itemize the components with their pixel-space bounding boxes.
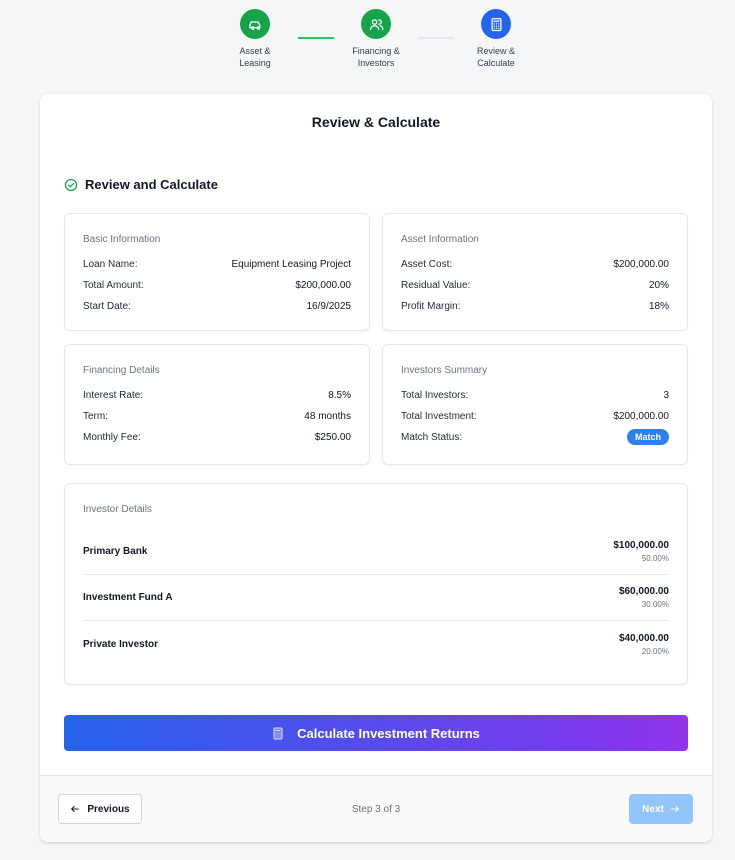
investor-name: Private Investor — [83, 638, 159, 650]
row-value: $200,000.00 — [613, 258, 669, 270]
panel-title: Basic Information — [83, 234, 161, 245]
asset-information-panel: Asset Information Asset Cost: $200,000.0… — [382, 213, 688, 331]
step-review-calculate: Review & Calculate — [456, 0, 536, 69]
next-button[interactable]: Next — [629, 794, 693, 824]
calculate-investment-returns-button[interactable]: Calculate Investment Returns — [64, 715, 688, 751]
row-label: Interest Rate: — [83, 389, 144, 401]
section-header: Review and Calculate — [64, 177, 218, 192]
info-row: Total Amount: $200,000.00 — [83, 278, 351, 292]
info-row: Match Status: Match — [401, 429, 669, 445]
calculator-icon — [273, 727, 283, 739]
investor-details-panel: Investor Details Primary Bank $100,000.0… — [64, 483, 688, 685]
investor-row: Investment Fund A $60,000.00 30.00% — [83, 575, 669, 621]
investor-percent: 20.00% — [641, 646, 669, 656]
wizard-footer: Previous Step 3 of 3 Next — [40, 775, 712, 842]
row-label: Start Date: — [83, 300, 131, 312]
row-label: Asset Cost: — [401, 258, 453, 270]
investor-percent: 50.00% — [641, 554, 669, 563]
check-circle-icon — [64, 178, 78, 191]
step-connector — [418, 37, 454, 39]
step-indicator: Step 3 of 3 — [351, 804, 401, 815]
investor-amount: $40,000.00 — [618, 632, 669, 644]
step-label-line1: Review & — [476, 46, 515, 56]
next-label: Next — [642, 803, 664, 815]
calculator-icon — [481, 9, 511, 39]
info-row: Asset Cost: $200,000.00 — [401, 257, 669, 271]
arrow-right-icon — [671, 806, 679, 812]
step-label-line2: Calculate — [477, 58, 515, 68]
investors-summary-panel: Investors Summary Total Investors: 3 Tot… — [382, 344, 688, 465]
review-card: Review & Calculate Review and Calculate … — [40, 94, 712, 842]
row-value: $200,000.00 — [613, 410, 669, 422]
panel-title: Asset Information — [401, 234, 479, 245]
row-label: Term: — [83, 410, 108, 422]
info-row: Total Investment: $200,000.00 — [401, 409, 669, 423]
row-value: Equipment Leasing Project — [231, 258, 351, 270]
row-value: 3 — [663, 389, 669, 401]
info-row: Start Date: 16/9/2025 — [83, 299, 351, 313]
info-row: Total Investors: 3 — [401, 388, 669, 402]
panel-title: Investor Details — [83, 504, 152, 515]
calculate-button-label: Calculate Investment Returns — [297, 725, 480, 741]
info-row: Term: 48 months — [83, 409, 351, 423]
investor-row: Primary Bank $100,000.00 50.00% — [83, 529, 669, 575]
investor-name: Primary Bank — [83, 546, 148, 557]
row-value: 20% — [648, 279, 669, 291]
progress-stepper: Asset & Leasing Financing & Investors Re… — [0, 0, 735, 80]
step-label-line2: Investors — [357, 58, 395, 68]
row-value: 8.5% — [328, 389, 351, 401]
row-value: $200,000.00 — [295, 279, 351, 291]
row-value: $250.00 — [314, 431, 351, 443]
basic-information-panel: Basic Information Loan Name: Equipment L… — [64, 213, 370, 331]
info-row: Interest Rate: 8.5% — [83, 388, 351, 402]
investor-amount: $100,000.00 — [613, 540, 669, 551]
step-asset-leasing: Asset & Leasing — [215, 0, 295, 69]
car-icon — [240, 9, 270, 39]
row-label: Profit Margin: — [401, 300, 461, 312]
investor-row: Private Investor $40,000.00 20.00% — [83, 621, 669, 667]
row-label: Match Status: — [401, 431, 463, 443]
row-value: 48 months — [304, 410, 351, 422]
page-title: Review & Calculate — [311, 114, 441, 130]
info-row: Monthly Fee: $250.00 — [83, 430, 351, 444]
step-label-line2: Leasing — [239, 58, 271, 68]
row-label: Loan Name: — [83, 258, 138, 270]
users-icon — [361, 9, 391, 39]
panel-title: Investors Summary — [401, 365, 488, 376]
info-row: Loan Name: Equipment Leasing Project — [83, 257, 351, 271]
panel-title: Financing Details — [83, 365, 160, 376]
row-label: Total Amount: — [83, 279, 144, 291]
row-label: Residual Value: — [401, 279, 471, 291]
row-value: 16/9/2025 — [306, 300, 352, 312]
row-label: Monthly Fee: — [83, 431, 141, 443]
step-label-line1: Asset & — [239, 46, 271, 56]
row-value: 18% — [648, 300, 669, 312]
row-label: Total Investors: — [401, 389, 469, 401]
info-row: Profit Margin: 18% — [401, 299, 669, 313]
financing-details-panel: Financing Details Interest Rate: 8.5% Te… — [64, 344, 370, 465]
step-connector — [298, 37, 334, 39]
investor-name: Investment Fund A — [83, 592, 173, 603]
row-label: Total Investment: — [401, 410, 477, 422]
match-status-badge: Match — [626, 429, 669, 445]
section-title: Review and Calculate — [85, 177, 218, 192]
investor-amount: $60,000.00 — [618, 586, 669, 597]
investor-percent: 30.00% — [641, 600, 669, 609]
step-label-line1: Financing & — [352, 46, 400, 56]
step-financing-investors: Financing & Investors — [336, 0, 416, 69]
info-row: Residual Value: 20% — [401, 278, 669, 292]
